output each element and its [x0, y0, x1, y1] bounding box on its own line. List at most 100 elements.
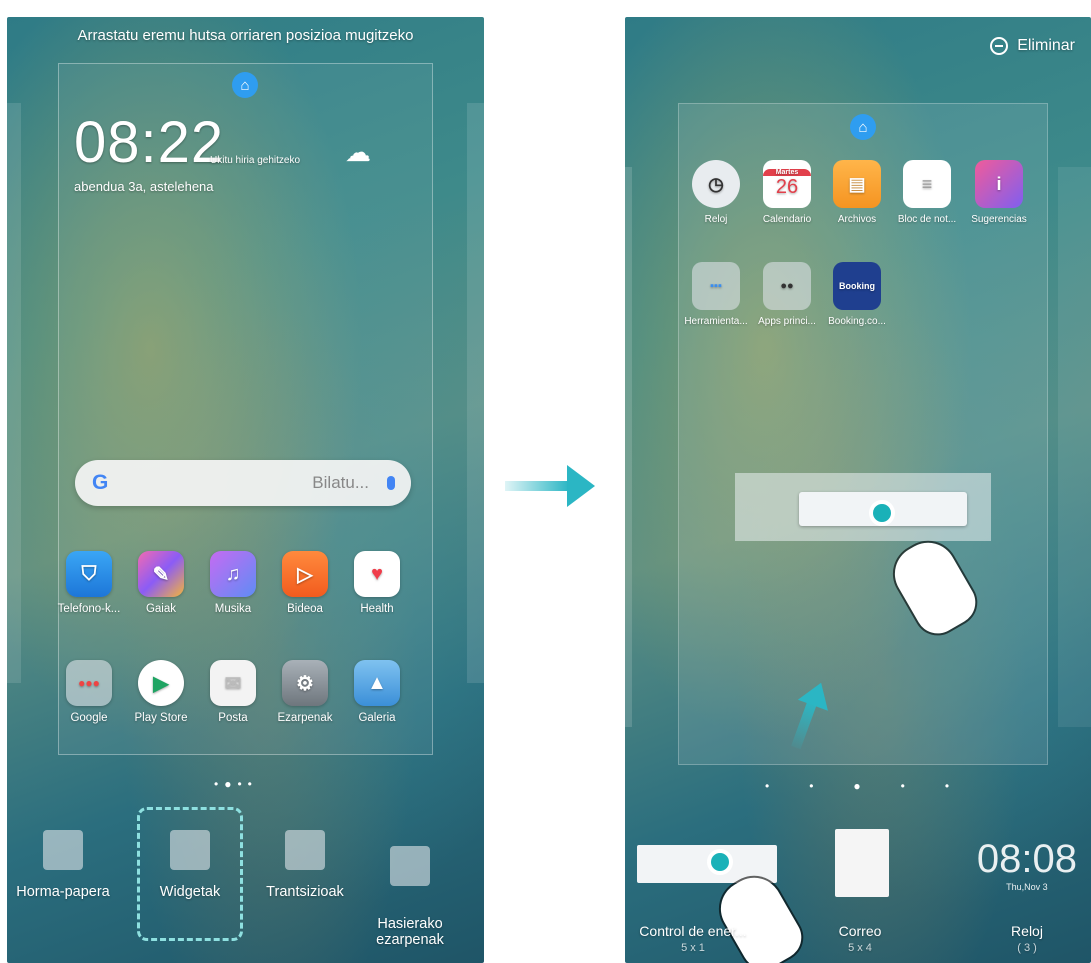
booking-icon: Booking [833, 262, 881, 310]
app-play-store[interactable]: ▶ Play Store [123, 660, 199, 724]
app-calendar[interactable]: Martes 26 Calendario [755, 160, 819, 225]
music-note-icon: ♫ [210, 551, 256, 597]
mail-widget-thumbnail[interactable] [835, 829, 889, 897]
clock-time[interactable]: 08:22 [74, 109, 224, 176]
transition-arrow-shaft [505, 481, 569, 491]
page-indicator[interactable]: ••●•• [765, 779, 989, 793]
clock-widget-thumbnail[interactable]: 08:08 Thu,Nov 3 [977, 837, 1077, 892]
search-bar[interactable]: G Bilatu... [75, 460, 411, 506]
transitions-icon [285, 830, 325, 870]
app-label: Reloj [704, 214, 728, 225]
widget-item-power[interactable]: Control de ener... 5 x 1 [633, 923, 753, 954]
app-label: Posta [218, 712, 248, 724]
clock-widget-time: 08:08 [976, 837, 1077, 881]
clock-date: abendua 3a, astelehena [74, 179, 214, 194]
app-label: Calendario [762, 214, 812, 225]
wallpaper-icon [43, 830, 83, 870]
app-label: Booking.co... [828, 316, 886, 327]
files-icon: ▤ [833, 160, 881, 208]
widget-size: ( 3 ) [1017, 942, 1037, 954]
app-label: Apps princi... [758, 316, 816, 327]
wallpaper-button[interactable]: Horma-papera [13, 830, 113, 900]
widget-item-clock[interactable]: Reloj ( 3 ) [967, 923, 1087, 954]
widget-item-mail[interactable]: Correo 5 x 4 [800, 923, 920, 954]
app-tips[interactable]: i Sugerencias [967, 160, 1031, 225]
google-icon: G [92, 471, 109, 494]
home-settings-button[interactable]: Hasierako ezarpenak [360, 830, 460, 948]
widget-size: 5 x 1 [681, 942, 705, 954]
widget-name: Control de ener... [639, 923, 747, 939]
transition-arrow-icon [567, 465, 595, 507]
gear-icon: ⚙ [282, 660, 328, 706]
widget-name: Correo [838, 923, 882, 939]
app-video[interactable]: ▷ Bideoa [267, 551, 343, 615]
app-label: Telefono-k... [57, 603, 121, 615]
bottom-label: Trantsizioak [266, 884, 344, 900]
app-booking[interactable]: Booking Booking.co... [825, 262, 889, 327]
phone-screen-left: Arrastatu eremu hutsa orriaren posizioa … [7, 17, 484, 963]
app-label: Google [70, 712, 108, 724]
app-music[interactable]: ♫ Musika [195, 551, 271, 615]
app-clock[interactable]: ◷ Reloj [684, 160, 748, 225]
weather-icon[interactable]: ☁ [345, 137, 371, 168]
app-themes[interactable]: ✎ Gaiak [123, 551, 199, 615]
adjacent-page-left[interactable] [7, 103, 21, 683]
app-tools-folder[interactable]: ▪▪▪ Herramienta... [684, 262, 748, 327]
bottom-label: Horma-papera [16, 884, 110, 900]
app-label: Archivos [837, 214, 877, 225]
widgets-highlight-box [137, 807, 243, 941]
app-label: Gaiak [145, 603, 177, 615]
delete-button[interactable]: Eliminar [990, 37, 1075, 55]
adjacent-page-right[interactable] [467, 103, 484, 683]
app-files[interactable]: ▤ Archivos [825, 160, 889, 225]
app-mail[interactable]: ✉ Posta [195, 660, 271, 724]
app-label: Bideoa [287, 603, 323, 615]
image-icon: ▲ [354, 660, 400, 706]
folder-icon: ●● [763, 262, 811, 310]
play-icon: ▷ [282, 551, 328, 597]
edit-mode-hint: Arrastatu eremu hutsa orriaren posizioa … [77, 27, 414, 44]
calendar-icon: Martes 26 [763, 160, 811, 208]
phone-screen-right: Eliminar ⌂ ◷ Reloj Martes 26 Calendario … [625, 17, 1091, 963]
app-google-folder[interactable]: ●●● Google [51, 660, 127, 724]
app-settings[interactable]: ⚙ Ezarpenak [267, 660, 343, 724]
app-health[interactable]: ♥ Health [339, 551, 415, 615]
transitions-button[interactable]: Trantsizioak [255, 830, 355, 900]
adjacent-page-right[interactable] [1058, 167, 1091, 727]
delete-label: Eliminar [1017, 37, 1075, 54]
calendar-header: Martes [763, 169, 811, 176]
mic-icon[interactable] [387, 476, 395, 490]
play-store-icon: ▶ [138, 660, 184, 706]
app-label: Musika [214, 603, 252, 615]
home-icon[interactable]: ⌂ [850, 114, 876, 140]
brush-icon: ✎ [138, 551, 184, 597]
app-label: Play Store [134, 712, 188, 724]
search-placeholder: Bilatu... [312, 473, 369, 492]
folder-icon: ▪▪▪ [692, 262, 740, 310]
app-label: Herramienta... [684, 316, 748, 327]
app-notepad[interactable]: ≡ Bloc de not... [895, 160, 959, 225]
widget-size: 5 x 4 [848, 942, 872, 954]
widget-name: Reloj [1011, 923, 1043, 939]
heart-icon: ♥ [354, 551, 400, 597]
more-dots-icon [390, 846, 430, 886]
shield-icon: ⛉ [66, 551, 112, 597]
envelope-icon: ✉ [210, 660, 256, 706]
app-gallery[interactable]: ▲ Galeria [339, 660, 415, 724]
app-main-folder[interactable]: ●● Apps princi... [755, 262, 819, 327]
touch-point-icon [707, 849, 733, 875]
app-label: Bloc de not... [897, 214, 957, 225]
folder-icon: ●●● [66, 660, 112, 706]
tips-icon: i [975, 160, 1023, 208]
calendar-day: 26 [775, 176, 799, 198]
bottom-label: Hasierako ezarpenak [376, 916, 444, 948]
app-label: Galeria [358, 712, 396, 724]
home-icon[interactable]: ⌂ [232, 72, 258, 98]
app-phone-manager[interactable]: ⛉ Telefono-k... [51, 551, 127, 615]
adjacent-page-left[interactable] [625, 167, 632, 727]
app-label: Health [360, 603, 394, 615]
notepad-icon: ≡ [903, 160, 951, 208]
page-indicator[interactable]: •●•• [214, 777, 258, 791]
clock-city-tip: Ukitu hiria gehitzeko [210, 155, 301, 166]
touch-point-icon [869, 500, 895, 526]
